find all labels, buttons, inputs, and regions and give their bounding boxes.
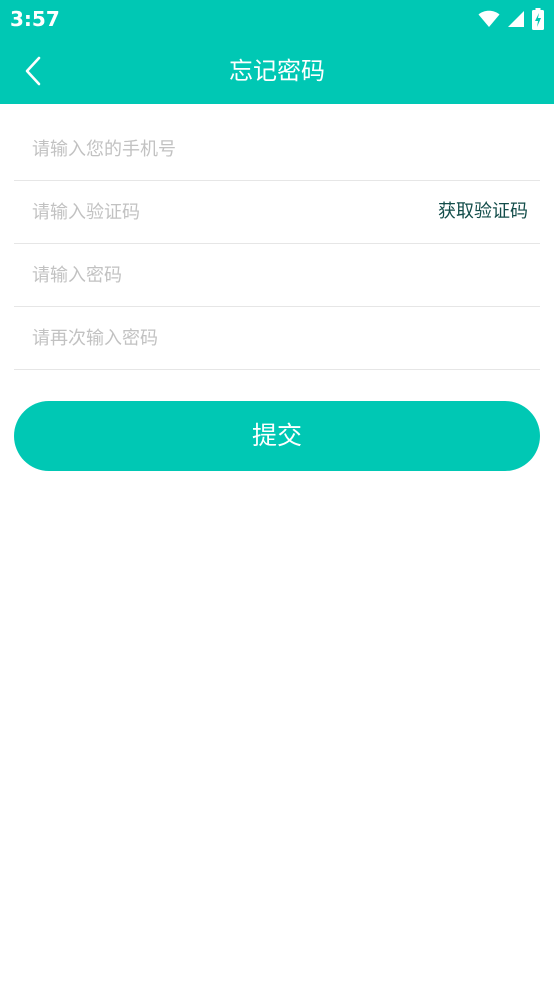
top-bar: 3:57 忘记密码 xyxy=(0,0,554,104)
verification-code-input[interactable] xyxy=(32,181,412,243)
status-time: 3:57 xyxy=(10,7,60,31)
confirm-password-row xyxy=(14,307,540,370)
phone-row xyxy=(14,118,540,181)
get-code-button[interactable]: 获取验证码 xyxy=(438,181,528,243)
phone-input[interactable] xyxy=(32,118,412,180)
confirm-password-input[interactable] xyxy=(32,307,412,369)
status-icons xyxy=(478,7,544,31)
password-row xyxy=(14,244,540,307)
password-input[interactable] xyxy=(32,244,412,306)
verification-code-row: 获取验证码 xyxy=(14,181,540,244)
battery-charging-icon xyxy=(532,8,544,30)
status-bar: 3:57 xyxy=(0,0,554,38)
page-title: 忘记密码 xyxy=(229,57,325,85)
submit-button[interactable]: 提交 xyxy=(14,401,540,471)
back-button[interactable] xyxy=(10,46,56,96)
wifi-icon xyxy=(478,10,500,27)
forgot-password-form: 获取验证码 xyxy=(14,118,540,370)
chevron-left-icon xyxy=(25,56,41,86)
app-bar: 忘记密码 xyxy=(0,38,554,104)
cellular-signal-icon xyxy=(508,11,524,27)
